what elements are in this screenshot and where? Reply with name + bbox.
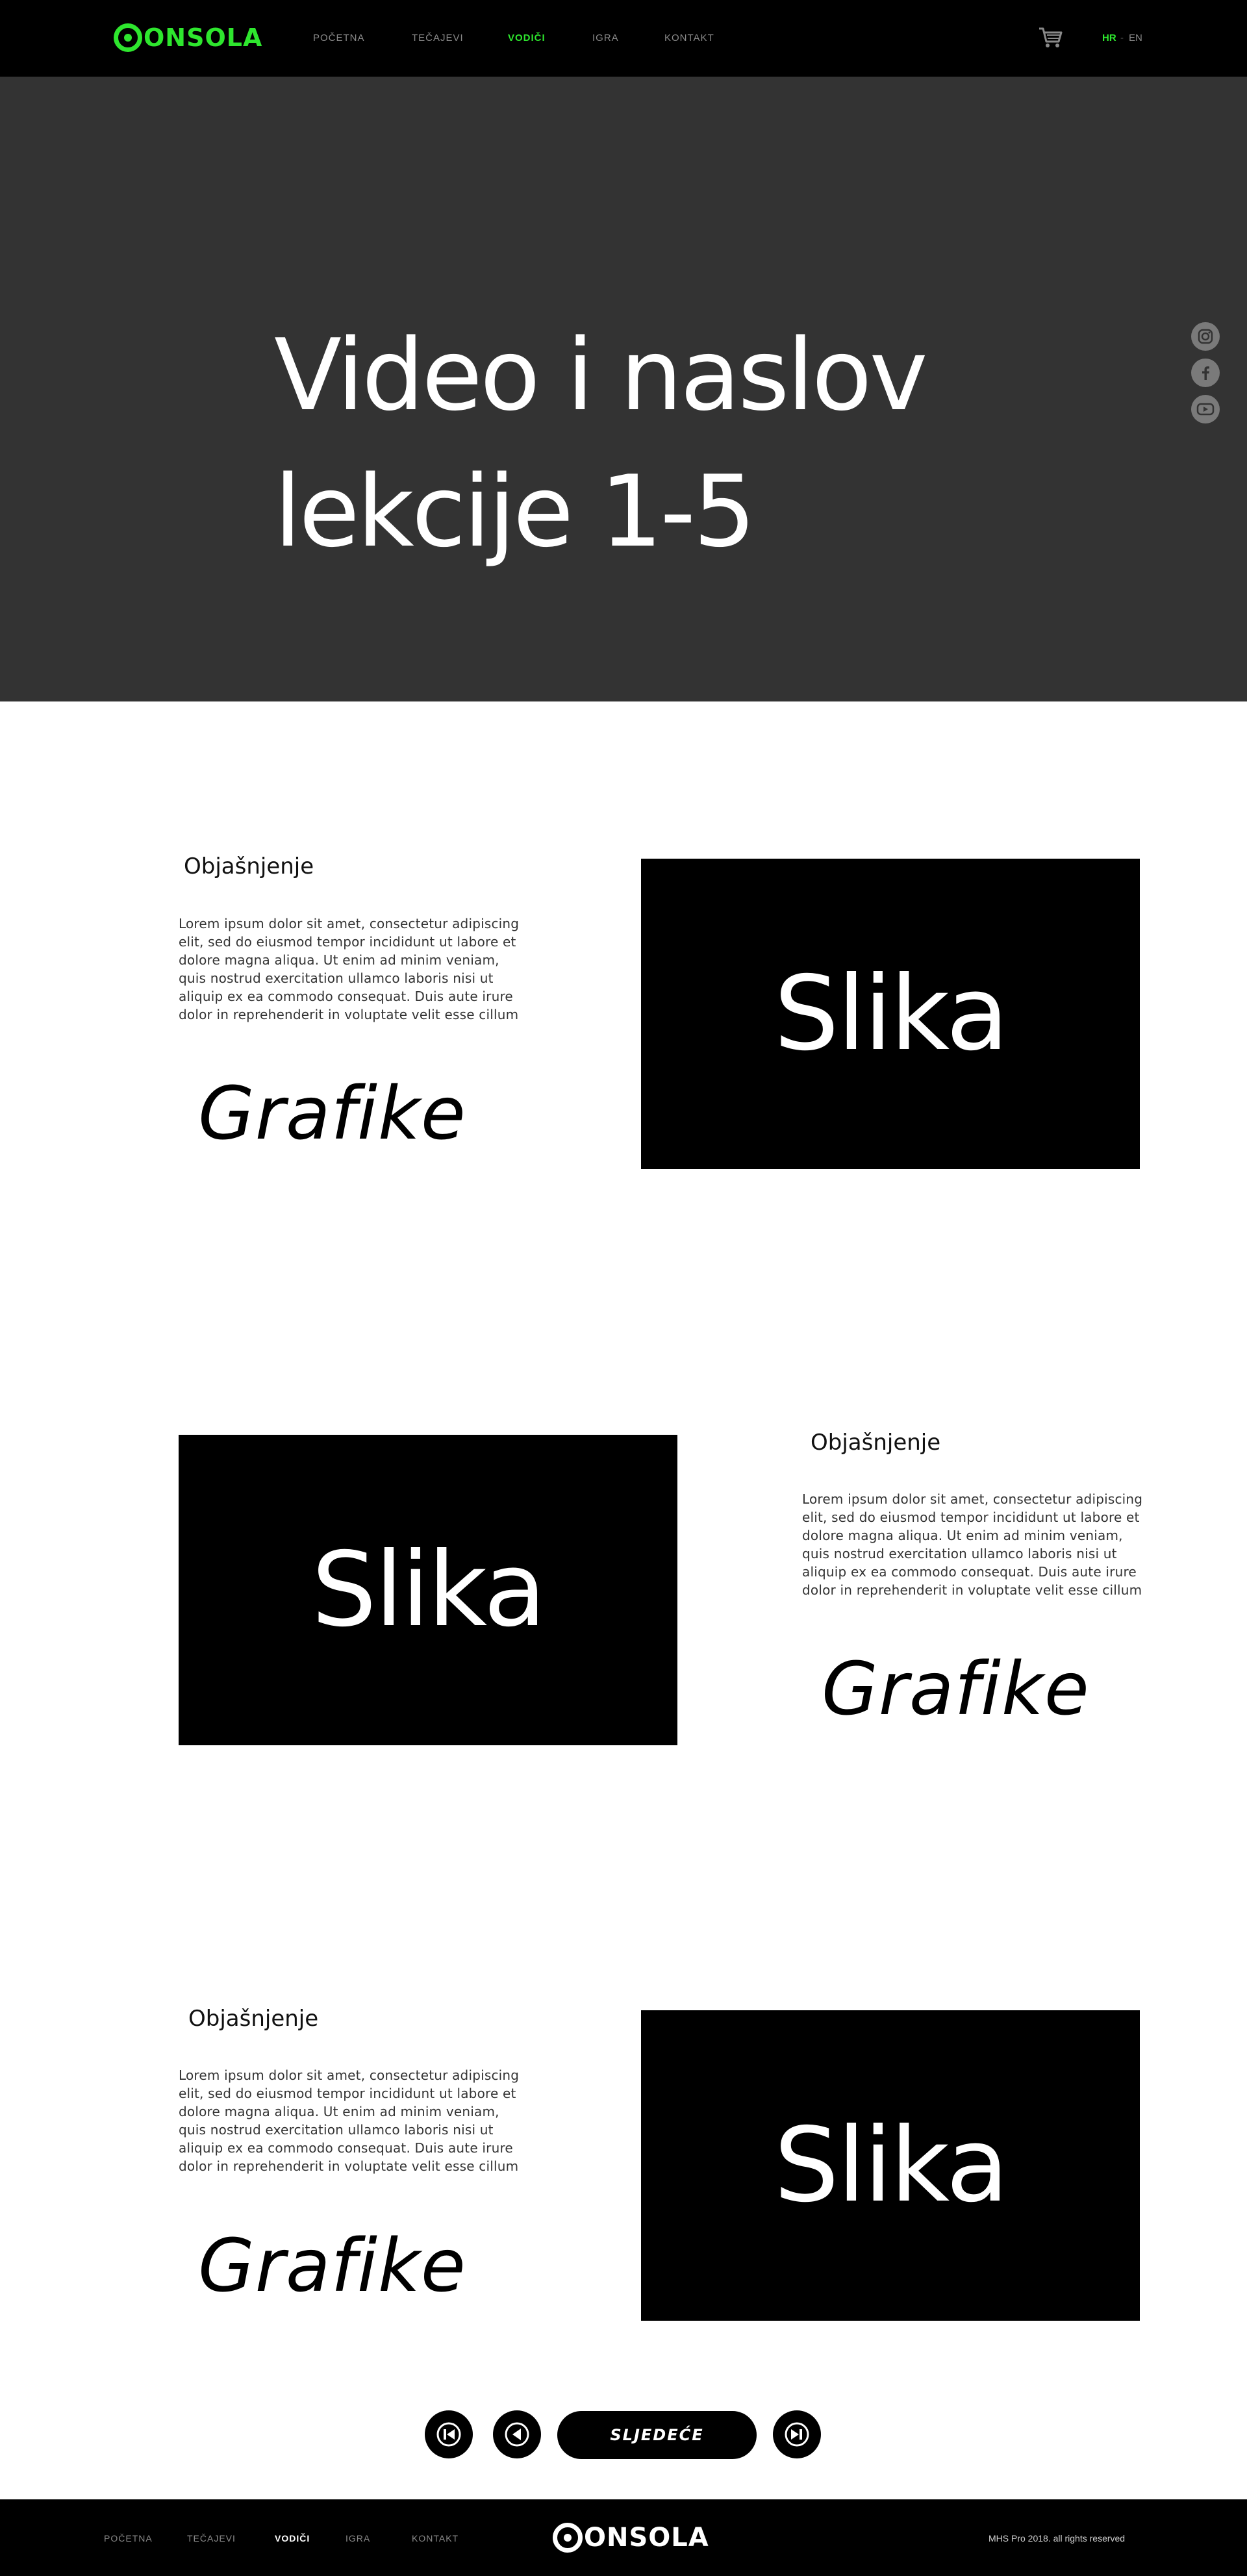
youtube-icon[interactable] [1191, 395, 1220, 423]
section2-heading: Objašnjenje [811, 1430, 941, 1456]
section1-graphics: Grafike [198, 1072, 466, 1156]
section1-text: Lorem ipsum dolor sit amet, consectetur … [179, 916, 520, 1022]
section3-heading: Objašnjenje [188, 2006, 319, 2032]
logo-c-icon [114, 23, 142, 52]
hero-title-line2: lekcije 1-5 [274, 454, 756, 569]
nav-link-igra[interactable]: IGRA [592, 32, 619, 44]
lang-en[interactable]: EN [1129, 32, 1142, 44]
section3-image-label: Slika [774, 2106, 1009, 2225]
play-back-icon [505, 2422, 529, 2447]
section3-graphics: Grafike [198, 2224, 466, 2308]
nav-link-kontakt[interactable]: KONTAKT [664, 32, 714, 44]
facebook-icon[interactable] [1191, 359, 1220, 387]
next-button[interactable]: SLJEDEĆE [557, 2411, 757, 2459]
section2-image: Slika [179, 1435, 677, 1745]
logo[interactable]: ONSOLA [114, 23, 262, 52]
section2-text: Lorem ipsum dolor sit amet, consectetur … [802, 1491, 1143, 1598]
footer-link-igra[interactable]: IGRA [346, 2533, 370, 2544]
section1-image-label: Slika [774, 954, 1009, 1074]
section1-heading: Objašnjenje [184, 853, 314, 879]
cart-icon[interactable] [1038, 26, 1064, 49]
section3-text: Lorem ipsum dolor sit amet, consectetur … [179, 2067, 520, 2174]
section3-image: Slika [641, 2010, 1140, 2321]
section2-image-label: Slika [311, 1530, 547, 1650]
hero-title: Video i naslov lekcije 1-5 [274, 307, 989, 580]
section1-image: Slika [641, 859, 1140, 1169]
hero-title-line1: Video i naslov [274, 318, 928, 433]
previous-button[interactable] [493, 2410, 541, 2458]
copyright-text: MHS Pro 2018. all rights reserved [989, 2533, 1126, 2544]
footer-link-kontakt[interactable]: KONTAKT [412, 2533, 459, 2544]
logo-text: ONSOLA [144, 23, 263, 52]
skip-back-icon [436, 2422, 461, 2447]
lang-hr[interactable]: HR [1102, 32, 1116, 44]
footer-link-pocetna[interactable]: POČETNA [104, 2533, 153, 2544]
instagram-icon[interactable] [1191, 322, 1220, 351]
last-page-button[interactable] [773, 2410, 821, 2458]
footer-logo[interactable]: ONSOLA [553, 2523, 709, 2553]
top-nav: ONSOLA POČETNA TEČAJEVI VODIČI IGRA KONT… [0, 0, 1247, 77]
nav-link-tecajevi[interactable]: TEČAJEVI [412, 32, 464, 44]
nav-link-pocetna[interactable]: POČETNA [313, 32, 365, 44]
footer-link-tecajevi[interactable]: TEČAJEVI [187, 2533, 236, 2544]
footer-link-vodici[interactable]: VODIČI [275, 2533, 310, 2544]
skip-forward-icon [785, 2422, 809, 2447]
lang-separator: - [1120, 32, 1124, 44]
hero-video[interactable]: Video i naslov lekcije 1-5 [0, 77, 1247, 701]
footer: POČETNA TEČAJEVI VODIČI IGRA KONTAKT ONS… [0, 2499, 1247, 2576]
footer-logo-c-icon [553, 2523, 583, 2553]
first-page-button[interactable] [425, 2410, 473, 2458]
section2-graphics: Grafike [822, 1647, 1090, 1732]
footer-logo-text: ONSOLA [584, 2523, 709, 2553]
nav-link-vodici[interactable]: VODIČI [508, 32, 546, 44]
